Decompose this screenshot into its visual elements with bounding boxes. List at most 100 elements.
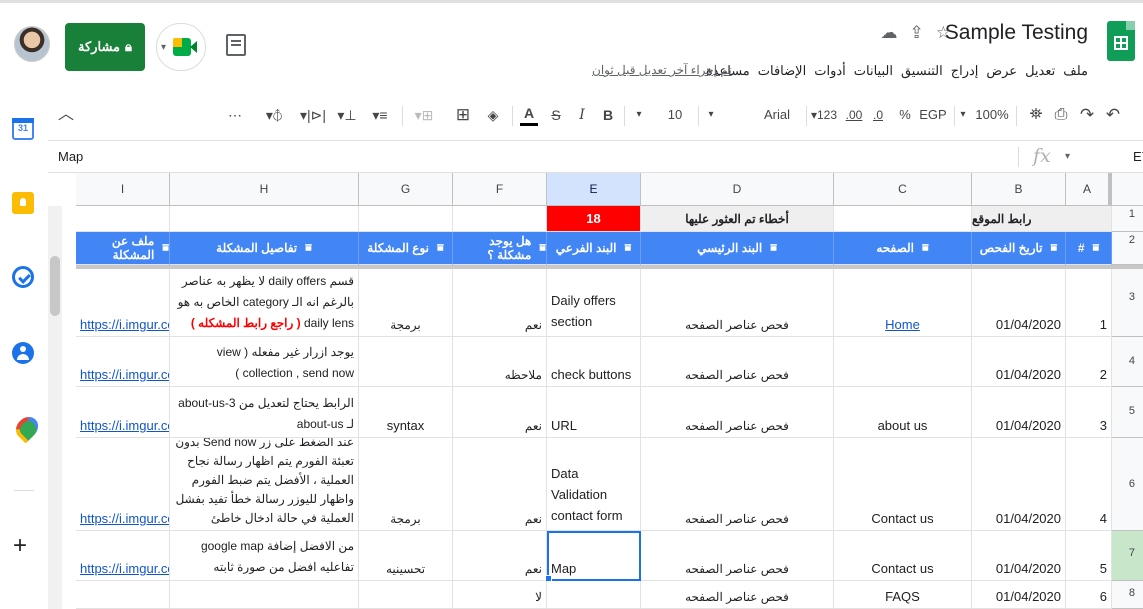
issue-details-cell[interactable] — [170, 581, 359, 609]
font-dropdown-icon[interactable]: ▾ — [704, 104, 718, 126]
cell-C1[interactable] — [834, 206, 972, 232]
main-item-cell[interactable]: فحص عناصر الصفحه — [641, 337, 834, 387]
num-cell[interactable]: 2 — [1066, 337, 1112, 387]
strikethrough-button[interactable]: S — [548, 104, 564, 126]
header-main-item[interactable]: ⩸ البند الرئيسي — [641, 232, 834, 265]
issue-details-cell[interactable]: الرابط يحتاج لتعديل من about-us-3 لـ abo… — [170, 387, 359, 438]
menu-data[interactable]: البيانات — [854, 63, 893, 79]
errors-label-cell[interactable]: أخطاء تم العثور عليها — [641, 206, 834, 232]
header-issue-details[interactable]: ⩸ تفاصيل المشكلة — [170, 232, 359, 265]
has-issue-cell[interactable]: نعم — [453, 531, 547, 581]
filter-icon[interactable]: ⩸ — [305, 242, 312, 255]
column-header-I[interactable]: I — [76, 173, 170, 206]
filter-icon[interactable]: ⩸ — [539, 242, 546, 255]
keep-icon[interactable] — [12, 192, 34, 214]
num-cell[interactable]: 5 — [1066, 531, 1112, 581]
has-issue-cell[interactable]: نعم — [453, 438, 547, 531]
borders-icon[interactable]: ⊞ — [454, 104, 472, 126]
merge-cells-icon[interactable]: ▾⊞ — [410, 104, 438, 126]
filter-icon[interactable]: ⩸ — [625, 242, 632, 255]
column-header-F[interactable]: F — [453, 173, 547, 206]
number-format-button[interactable]: ▾123 — [808, 104, 840, 126]
last-edit-link[interactable]: تم إجراء آخر تعديل قبل ثوان — [592, 63, 732, 77]
date-cell[interactable]: 01/04/2020 — [972, 387, 1066, 438]
print-icon[interactable]: ⎙ — [1052, 104, 1070, 126]
italic-button[interactable]: I — [574, 104, 590, 126]
num-cell[interactable]: 4 — [1066, 438, 1112, 531]
comment-history-icon[interactable] — [226, 34, 246, 56]
issue-type-cell[interactable]: syntax — [359, 387, 453, 438]
errors-count-cell[interactable]: 18 — [547, 206, 641, 232]
document-title[interactable]: Sample Testing — [945, 21, 1088, 45]
paint-format-icon[interactable]: ⛯ — [1028, 104, 1044, 126]
row-header-8[interactable]: 8 — [1112, 581, 1143, 609]
sub-item-cell[interactable]: Daily offers section — [547, 269, 641, 337]
font-family-select[interactable]: Arial — [752, 104, 802, 126]
page-link-cell[interactable]: Home — [834, 269, 972, 337]
undo-icon[interactable]: ↶ — [1104, 104, 1122, 126]
issue-file-link[interactable]: https://i.imgur.co — [76, 269, 170, 337]
name-box[interactable]: E7 — [1133, 149, 1143, 164]
column-header-A[interactable]: A — [1066, 173, 1112, 206]
meet-button[interactable]: ▾ — [156, 23, 206, 71]
cell-I1[interactable] — [76, 206, 170, 232]
page-cell[interactable]: Contact us — [834, 531, 972, 581]
avatar[interactable] — [14, 26, 50, 62]
row-header-1[interactable]: 1 — [1112, 206, 1143, 232]
site-link-label-cell[interactable]: رابط الموقع — [972, 206, 1112, 232]
percent-button[interactable]: % — [898, 104, 912, 126]
star-icon[interactable]: ☆ — [936, 23, 951, 43]
issue-file-link[interactable]: https://i.imgur.co — [76, 337, 170, 387]
font-size-field[interactable]: 10 — [660, 104, 690, 126]
add-addon-icon[interactable]: + — [13, 534, 27, 558]
issue-file-link[interactable] — [76, 581, 170, 609]
vertical-scrollbar[interactable] — [48, 206, 62, 609]
has-issue-cell[interactable]: ملاحظه — [453, 337, 547, 387]
cell-H1[interactable] — [170, 206, 359, 232]
filter-icon[interactable]: ⩸ — [162, 242, 169, 255]
issue-details-cell[interactable]: قسم daily offers لا يظهر به عناصر بالرغم… — [170, 269, 359, 337]
header-date[interactable]: ⩸ تاريخ الفحص — [972, 232, 1066, 265]
scroll-thumb[interactable] — [50, 256, 60, 316]
text-rotation-icon[interactable]: ▾⦽ — [256, 104, 292, 126]
issue-type-cell[interactable] — [359, 581, 453, 609]
issue-details-cell[interactable]: يوجد ازرار غير مفعله ( view collection ,… — [170, 337, 359, 387]
row-header-5[interactable]: 5 — [1112, 387, 1143, 438]
text-wrap-icon[interactable]: ▾|⊳| — [298, 104, 328, 126]
issue-type-cell[interactable] — [359, 337, 453, 387]
selected-sub-item-cell[interactable]: Map — [547, 531, 641, 581]
more-formats-icon[interactable]: ⋯ — [226, 104, 244, 126]
filter-icon[interactable]: ⩸ — [437, 242, 444, 255]
sub-item-cell[interactable]: Data Validation contact form — [547, 438, 641, 531]
cell-F1[interactable] — [453, 206, 547, 232]
row-header-4[interactable]: 4 — [1112, 337, 1143, 387]
select-all-corner[interactable] — [1112, 173, 1143, 206]
header-has-issue[interactable]: ⩸ هل يوجد مشكلة ؟ — [453, 232, 547, 265]
menu-insert[interactable]: إدراج — [951, 63, 979, 79]
filter-icon[interactable]: ⩸ — [770, 242, 777, 255]
page-cell[interactable] — [834, 337, 972, 387]
font-size-dropdown-icon[interactable]: ▾ — [632, 104, 646, 126]
move-folder-icon[interactable]: ⇪ — [910, 23, 924, 43]
header-sub-item[interactable]: ⩸ البند الفرعي — [547, 232, 641, 265]
row-header-6[interactable]: 6 — [1112, 438, 1143, 531]
filter-icon[interactable]: ⩸ — [1093, 242, 1100, 255]
fill-color-icon[interactable]: ◈ — [482, 104, 504, 126]
menu-file[interactable]: ملف — [1063, 63, 1088, 79]
sub-item-cell[interactable]: check buttons — [547, 337, 641, 387]
date-cell[interactable]: 01/04/2020 — [972, 337, 1066, 387]
menu-extensions[interactable]: الإضافات — [758, 63, 806, 79]
menu-edit[interactable]: تعديل — [1025, 63, 1055, 79]
column-header-C[interactable]: C — [834, 173, 972, 206]
column-header-D[interactable]: D — [641, 173, 834, 206]
header-issue-file[interactable]: ⩸ ملف عن المشكلة — [76, 232, 170, 265]
sheets-logo-icon[interactable] — [1107, 21, 1135, 61]
main-item-cell[interactable]: فحص عناصر الصفحه — [641, 438, 834, 531]
main-item-cell[interactable]: فحص عناصر الصفحه — [641, 269, 834, 337]
horizontal-align-icon[interactable]: ▾≡ — [366, 104, 394, 126]
decrease-decimal-button[interactable]: .0 — [870, 104, 886, 126]
sub-item-cell[interactable]: URL — [547, 387, 641, 438]
column-header-G[interactable]: G — [359, 173, 453, 206]
filter-icon[interactable]: ⩸ — [1051, 242, 1058, 255]
issue-file-link[interactable]: https://i.imgur.co — [76, 438, 170, 531]
